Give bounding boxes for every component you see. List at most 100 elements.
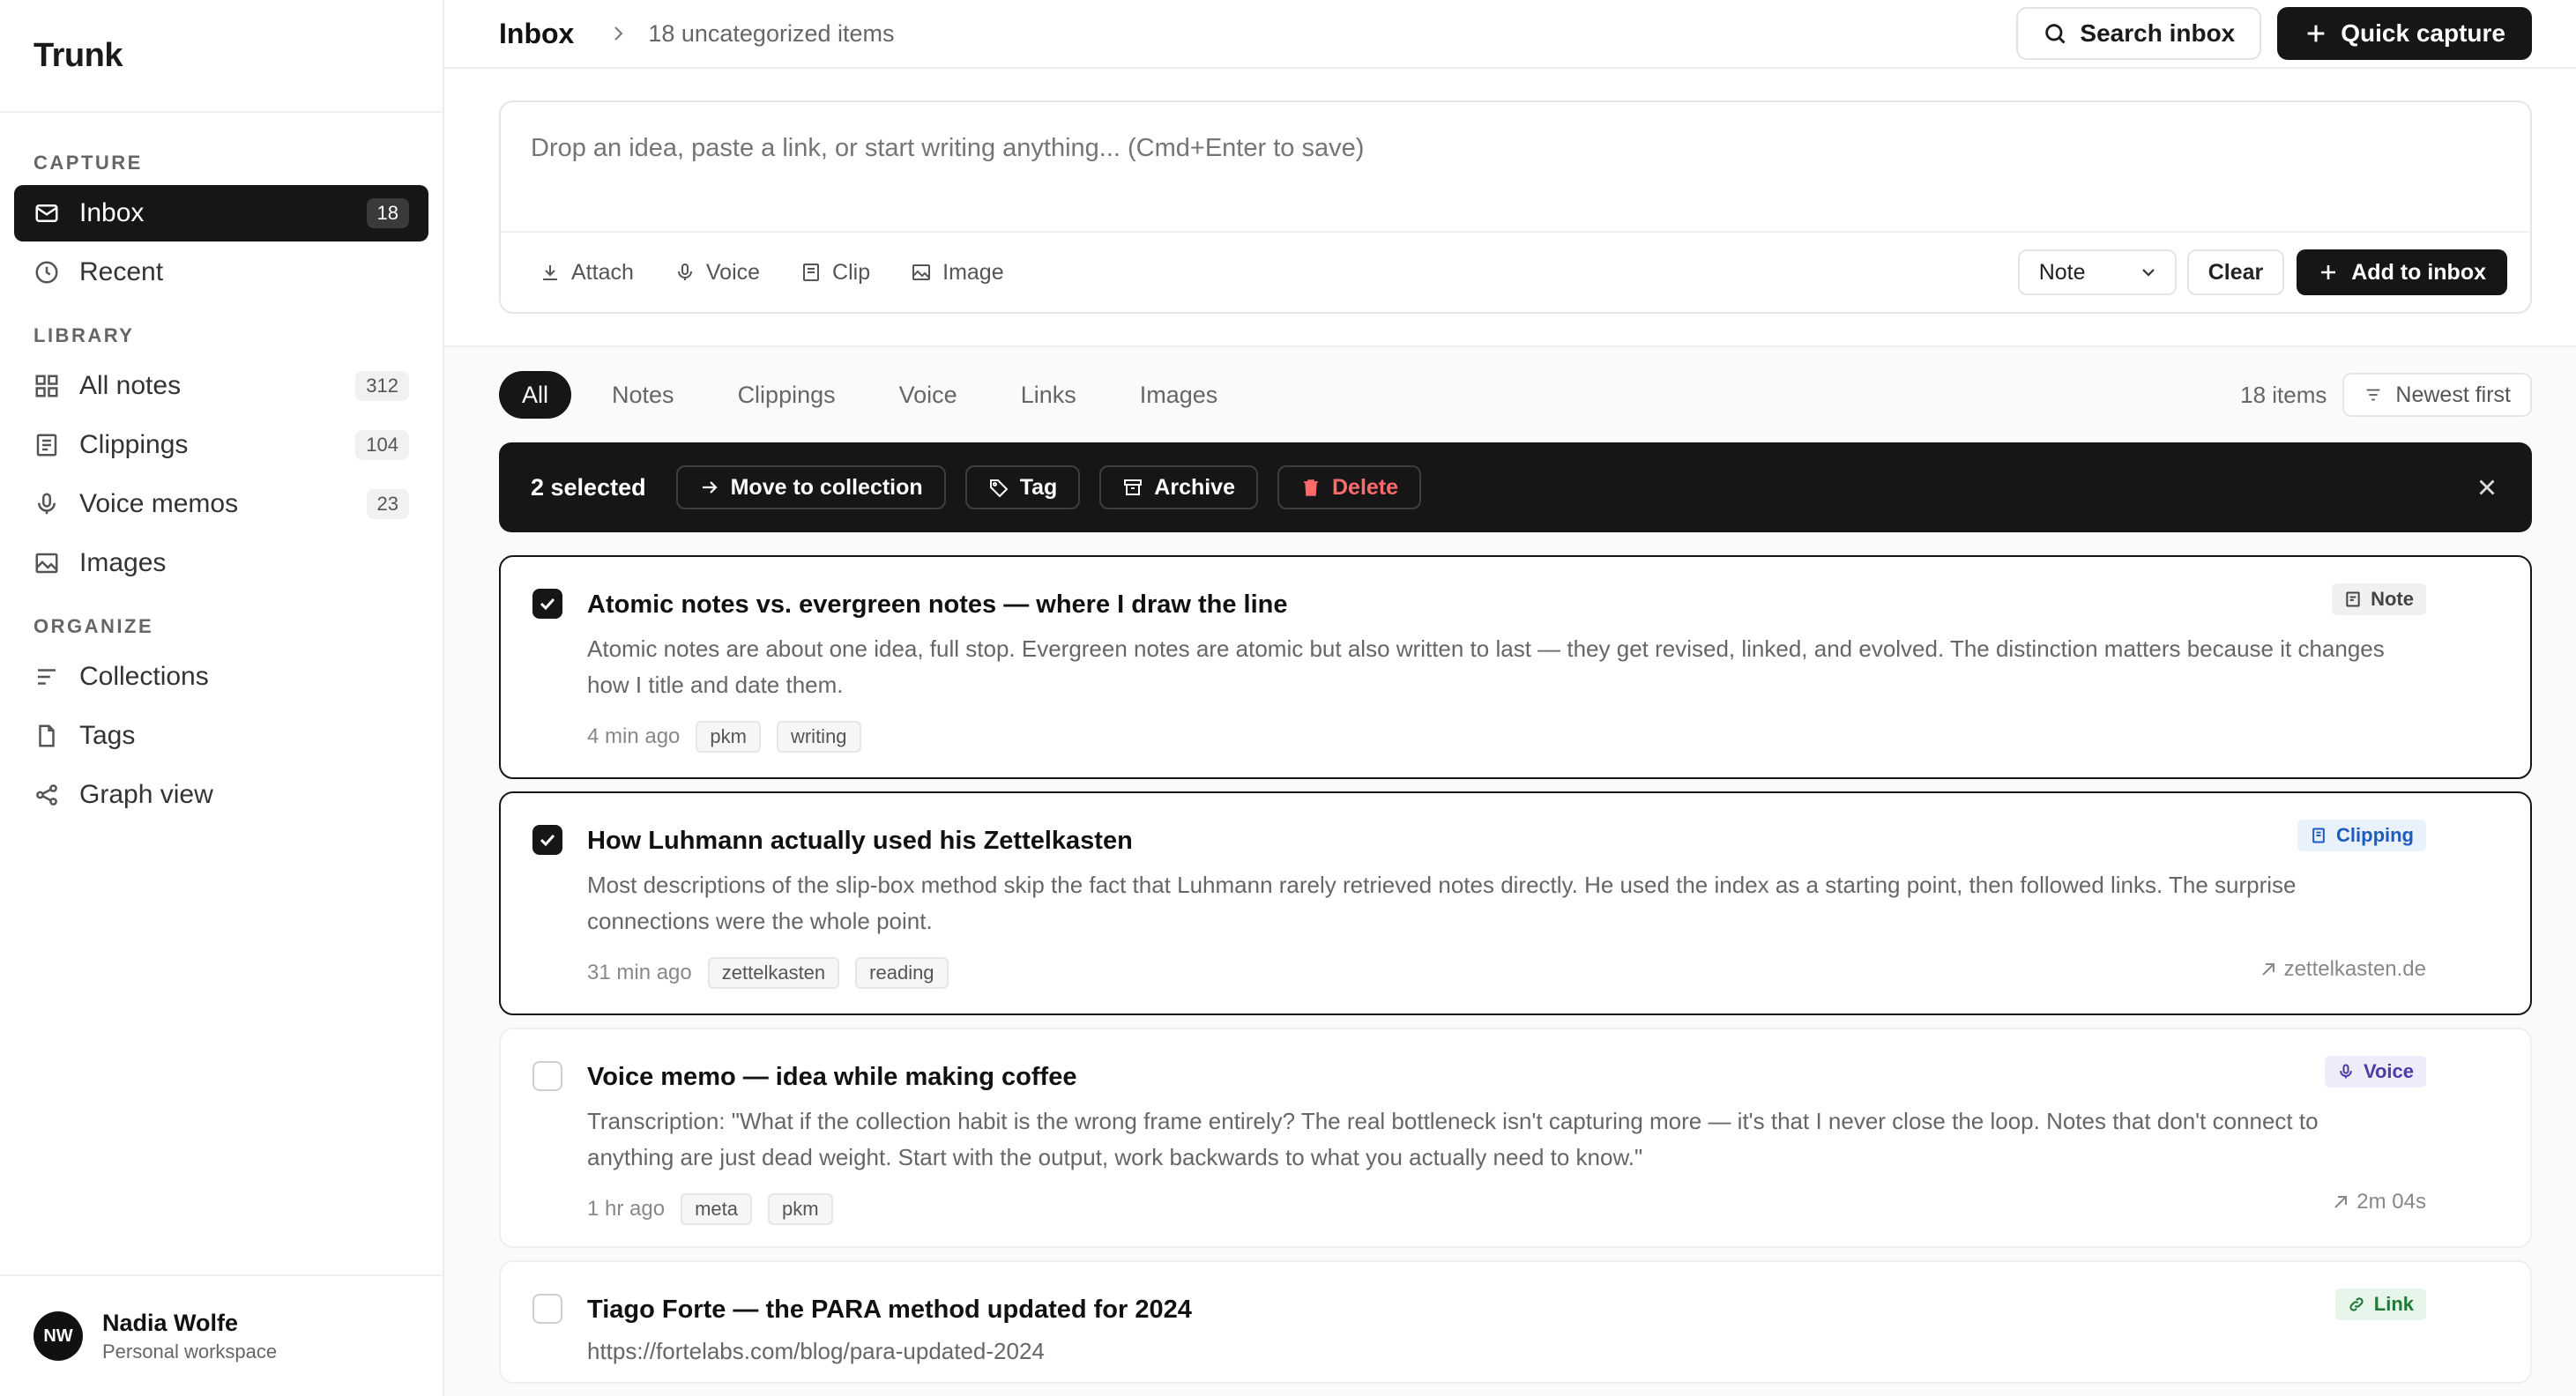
clear-button[interactable]: Clear [2186, 249, 2285, 295]
filter-chip-links[interactable]: Links [998, 371, 1099, 419]
chevron-down-icon [2141, 269, 2155, 277]
chevron-right-icon [607, 23, 629, 44]
source-domain: zettelkasten.de [2283, 957, 2426, 981]
type-badge-clipping: Clipping [2297, 820, 2426, 851]
card-url[interactable]: https://fortelabs.com/blog/para-updated-… [587, 1338, 2426, 1365]
card-checkbox[interactable] [532, 1294, 562, 1324]
item-type-value: Note [2038, 259, 2086, 285]
grid-icon [34, 373, 60, 399]
card-checkbox[interactable] [532, 825, 562, 855]
archive-icon [1124, 479, 1143, 495]
note-icon [2346, 591, 2360, 607]
filter-chip-images[interactable]: Images [1117, 371, 1241, 419]
filter-bar: All Notes Clippings Voice Links Images 1… [499, 370, 2532, 420]
sidebar: Trunk CAPTURE Inbox 18 Recent LIBRARY Al… [0, 0, 444, 1396]
voice-button[interactable]: Voice [674, 260, 760, 286]
card-checkbox[interactable] [532, 589, 562, 619]
archive-button[interactable]: Archive [1099, 465, 1258, 509]
sort-icon [2367, 389, 2380, 401]
sidebar-item-count: 312 [355, 371, 409, 401]
check-icon [540, 834, 555, 847]
sidebar-item-label: Clippings [79, 430, 189, 459]
filter-chip-notes[interactable]: Notes [589, 371, 697, 419]
mic-icon [2340, 1064, 2352, 1079]
sidebar-item-inbox[interactable]: Inbox 18 [14, 185, 428, 241]
filter-chip-all[interactable]: All [499, 371, 572, 419]
add-to-inbox-button[interactable]: Add to inbox [2297, 249, 2507, 295]
quick-capture-button[interactable]: Quick capture [2277, 7, 2532, 60]
sidebar-item-recent[interactable]: Recent [14, 244, 428, 301]
check-icon [540, 598, 555, 611]
voice-duration[interactable]: 2m 04s [2330, 1190, 2426, 1214]
composer: Attach Voice Clip Image [499, 100, 2532, 314]
tag-chip[interactable]: meta [681, 1193, 752, 1225]
card-body: Transcription: "What if the collection h… [587, 1108, 2319, 1170]
move-to-collection-button[interactable]: Move to collection [675, 465, 946, 509]
sidebar-item-label: Inbox [79, 198, 145, 227]
inbox-card[interactable]: Clipping How Luhmann actually used his Z… [499, 791, 2532, 1015]
tag-button[interactable]: Tag [964, 465, 1081, 509]
tag-chip[interactable]: pkm [696, 721, 761, 753]
sidebar-item-label: Graph view [79, 780, 213, 809]
section-label-organize: ORGANIZE [34, 615, 154, 637]
type-badge-label: Voice [2363, 1060, 2414, 1082]
delete-button[interactable]: Delete [1277, 465, 1422, 509]
inbox-icon [34, 200, 60, 226]
card-checkbox[interactable] [532, 1061, 562, 1091]
card-title: How Luhmann actually used his Zettelkast… [587, 827, 1133, 855]
inbox-card[interactable]: Link Tiago Forte — the PARA method updat… [499, 1260, 2532, 1384]
sidebar-item-collections[interactable]: Collections [14, 649, 428, 705]
clip-button[interactable]: Clip [800, 260, 870, 286]
type-badge-link: Link [2334, 1288, 2426, 1320]
sidebar-item-count: 23 [366, 489, 409, 519]
sidebar-item-images[interactable]: Images [14, 535, 428, 591]
inbox-card[interactable]: Voice Voice memo — idea while making cof… [499, 1028, 2532, 1248]
image-button[interactable]: Image [911, 260, 1004, 286]
selection-count: 2 selected [531, 473, 646, 501]
card-title: Atomic notes vs. evergreen notes — where… [587, 590, 1288, 619]
external-arrow-icon [2334, 1196, 2348, 1208]
tag-chip[interactable]: reading [855, 957, 949, 989]
delete-label: Delete [1332, 474, 1399, 500]
card-time: 4 min ago [587, 724, 681, 748]
main-panel: Inbox 18 uncategorized items Search inbo… [444, 0, 2576, 1396]
app-logo[interactable]: Trunk [0, 0, 443, 113]
search-inbox-button[interactable]: Search inbox [2016, 7, 2262, 60]
breadcrumb-subtitle: 18 uncategorized items [648, 19, 895, 47]
add-to-inbox-label: Add to inbox [2351, 259, 2486, 285]
user-profile[interactable]: NW Nadia Wolfe Personal workspace [0, 1274, 443, 1396]
card-time: 31 min ago [587, 961, 692, 984]
composer-input[interactable] [531, 134, 2500, 163]
tag-chip[interactable]: pkm [768, 1193, 833, 1225]
attach-button[interactable]: Attach [540, 260, 634, 286]
filter-chip-voice[interactable]: Voice [876, 371, 980, 419]
tag-chip[interactable]: writing [776, 721, 861, 753]
search-inbox-label: Search inbox [2080, 19, 2236, 47]
sidebar-item-graph-view[interactable]: Graph view [14, 767, 428, 823]
image-icon [912, 264, 931, 280]
tag-chip[interactable]: zettelkasten [707, 957, 840, 989]
item-type-select[interactable]: Note [2017, 249, 2177, 295]
close-selection-button[interactable] [2474, 474, 2500, 501]
inbox-card[interactable]: Note Atomic notes vs. evergreen notes — … [499, 555, 2532, 779]
source-link[interactable]: zettelkasten.de [2258, 957, 2426, 982]
filter-chip-clippings[interactable]: Clippings [715, 371, 859, 419]
sidebar-item-clippings[interactable]: Clippings 104 [14, 417, 428, 473]
card-meta: 4 min ago pkm writing [587, 721, 2426, 753]
external-arrow-icon [2261, 963, 2274, 976]
trash-icon [1304, 479, 1318, 496]
avatar: NW [34, 1311, 83, 1361]
sort-button[interactable]: Newest first [2342, 373, 2532, 417]
sidebar-item-tags[interactable]: Tags [14, 708, 428, 764]
card-time: 1 hr ago [587, 1197, 666, 1221]
plus-icon [2307, 25, 2325, 42]
archive-label: Archive [1154, 474, 1235, 500]
attach-label: Attach [571, 259, 634, 285]
sidebar-nav: CAPTURE Inbox 18 Recent LIBRARY All note… [0, 113, 443, 1396]
sidebar-item-all-notes[interactable]: All notes 312 [14, 358, 428, 414]
plus-icon [2321, 265, 2336, 279]
tag-label: Tag [1019, 474, 1058, 500]
sidebar-item-voice-memos[interactable]: Voice memos 23 [14, 476, 428, 532]
type-badge-label: Clipping [2336, 824, 2414, 846]
clipping-icon [2312, 828, 2325, 843]
